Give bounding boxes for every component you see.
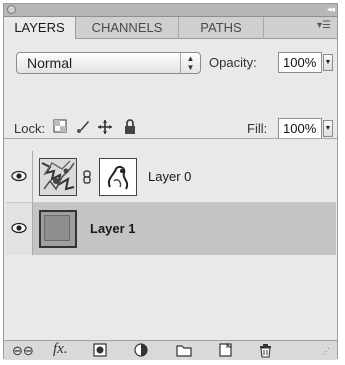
group-folder-icon[interactable] xyxy=(176,343,192,360)
lock-transparent-pixels-icon[interactable] xyxy=(53,119,67,138)
mask-link-icon[interactable] xyxy=(83,170,91,184)
layer-mask-thumbnail xyxy=(99,158,137,196)
layer-name[interactable]: Layer 1 xyxy=(90,221,136,236)
link-layers-icon[interactable]: ⊖⊖ xyxy=(12,343,34,359)
panel-footer-toolbar: ⊖⊖ fx. ⋰ xyxy=(4,340,337,360)
add-mask-icon[interactable] xyxy=(93,343,107,360)
new-layer-icon[interactable] xyxy=(218,342,232,360)
panel-menu-icon[interactable]: ▾☰ xyxy=(317,20,331,31)
blend-mode-value: Normal xyxy=(27,55,73,71)
lock-image-pixels-icon[interactable] xyxy=(75,119,91,140)
layer-thumbnail xyxy=(39,158,77,196)
panel-tabbar: LAYERS CHANNELS PATHS ▾☰ xyxy=(4,17,337,39)
lock-label: Lock: xyxy=(14,121,46,136)
adjustment-layer-icon[interactable] xyxy=(134,343,150,360)
layer-row-layer-1[interactable]: Layer 1 xyxy=(6,203,336,255)
divider xyxy=(4,138,337,139)
layer-style-icon[interactable]: fx. xyxy=(53,341,68,358)
blend-mode-select[interactable]: Normal ▲ ▼ xyxy=(16,52,201,74)
select-arrows-icon: ▲ ▼ xyxy=(180,53,200,73)
layers-list: Layer 0 Layer 1 xyxy=(6,151,336,329)
layer-name[interactable]: Layer 0 xyxy=(148,169,191,184)
close-icon[interactable] xyxy=(7,5,16,14)
layer-row-layer-0[interactable]: Layer 0 xyxy=(6,151,336,203)
trash-icon[interactable] xyxy=(259,343,272,361)
resize-grip-icon[interactable]: ⋰ xyxy=(322,347,330,356)
fill-field[interactable]: 100% xyxy=(278,118,322,139)
opacity-field[interactable]: 100% xyxy=(278,52,322,73)
eye-icon xyxy=(11,170,27,182)
layers-panel: ◂◂ LAYERS CHANNELS PATHS ▾☰ Normal ▲ ▼ Op… xyxy=(3,3,338,360)
lock-position-icon[interactable] xyxy=(97,119,113,140)
fill-dropdown-icon[interactable]: ▼ xyxy=(323,120,333,137)
tab-channels[interactable]: CHANNELS xyxy=(76,17,179,39)
fill-label: Fill: xyxy=(247,121,268,136)
eye-icon xyxy=(11,222,27,234)
panel-titlebar: ◂◂ xyxy=(4,4,337,17)
tab-paths[interactable]: PATHS xyxy=(179,17,264,39)
opacity-label: Opacity: xyxy=(209,55,257,70)
opacity-dropdown-icon[interactable]: ▼ xyxy=(323,54,333,71)
visibility-toggle[interactable] xyxy=(6,203,33,255)
visibility-toggle[interactable] xyxy=(6,151,33,203)
layer-thumbnail xyxy=(39,210,77,248)
collapse-icon[interactable]: ◂◂ xyxy=(327,4,335,15)
tab-layers[interactable]: LAYERS xyxy=(4,17,76,39)
lock-all-icon[interactable] xyxy=(123,119,137,140)
